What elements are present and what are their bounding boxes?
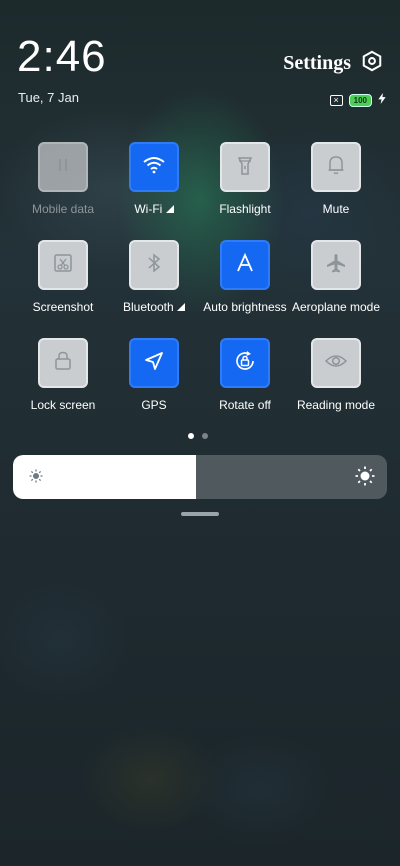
gear-icon (361, 50, 383, 77)
date-label: Tue, 7 Jan (18, 90, 79, 105)
bell-icon (326, 154, 346, 181)
tile-label: Screenshot (32, 300, 94, 314)
brightness-slider[interactable] (13, 455, 387, 499)
tile-wifi[interactable]: Wi-Fi (108, 142, 200, 216)
expand-triangle-icon (165, 202, 174, 216)
drag-handle[interactable] (181, 512, 219, 516)
bluetooth-icon (146, 252, 162, 279)
tile-mobile-data[interactable]: Mobile data (17, 142, 109, 216)
tile-flashlight[interactable]: Flashlight (199, 142, 291, 216)
settings-label: Settings (283, 52, 351, 74)
tile-label: Rotate off (219, 398, 271, 412)
page-dot[interactable] (202, 433, 208, 439)
tile-auto-brightness[interactable]: Auto brightness (199, 240, 291, 314)
tile-label: Flashlight (219, 202, 271, 216)
rotation-lock-icon (233, 349, 257, 378)
tile-label: Wi-Fi (134, 202, 163, 216)
lock-icon (53, 350, 73, 377)
clock-time: 2:46 (17, 32, 107, 81)
flashlight-icon (235, 154, 255, 181)
auto-brightness-icon (235, 252, 255, 278)
screenshot-icon (52, 252, 74, 279)
eye-icon (324, 352, 348, 375)
page-dot-active[interactable] (188, 433, 194, 439)
tile-screenshot[interactable]: Screenshot (17, 240, 109, 314)
tile-aeroplane-mode[interactable]: Aeroplane mode (290, 240, 382, 314)
tile-reading-mode[interactable]: Reading mode (290, 338, 382, 412)
brightness-low-icon (29, 469, 43, 488)
tile-label: Lock screen (30, 398, 96, 412)
tile-label: Bluetooth (122, 300, 174, 314)
tile-label: Aeroplane mode (291, 300, 381, 314)
tile-label: Auto brightness (203, 300, 287, 314)
tile-label: Reading mode (296, 398, 376, 412)
charging-icon (378, 91, 386, 109)
tile-gps[interactable]: GPS (108, 338, 200, 412)
status-icons: × 100 (329, 91, 386, 109)
battery-indicator: 100 (348, 93, 372, 107)
mobile-data-icon (53, 155, 73, 180)
location-arrow-icon (143, 350, 165, 377)
settings-button[interactable]: Settings (283, 50, 383, 77)
wifi-icon (143, 156, 165, 179)
tile-rotate-off[interactable]: Rotate off (199, 338, 291, 412)
tile-mute[interactable]: Mute (290, 142, 382, 216)
tile-lock-screen[interactable]: Lock screen (17, 338, 109, 412)
airplane-icon (325, 252, 347, 279)
page-indicator (188, 433, 208, 439)
tile-label: GPS (141, 398, 167, 412)
brightness-high-icon (355, 466, 375, 491)
no-sim-icon: × (329, 94, 343, 106)
tile-bluetooth[interactable]: Bluetooth (108, 240, 200, 314)
expand-triangle-icon (177, 300, 186, 314)
tile-label: Mute (322, 202, 350, 216)
tile-label: Mobile data (31, 202, 95, 216)
